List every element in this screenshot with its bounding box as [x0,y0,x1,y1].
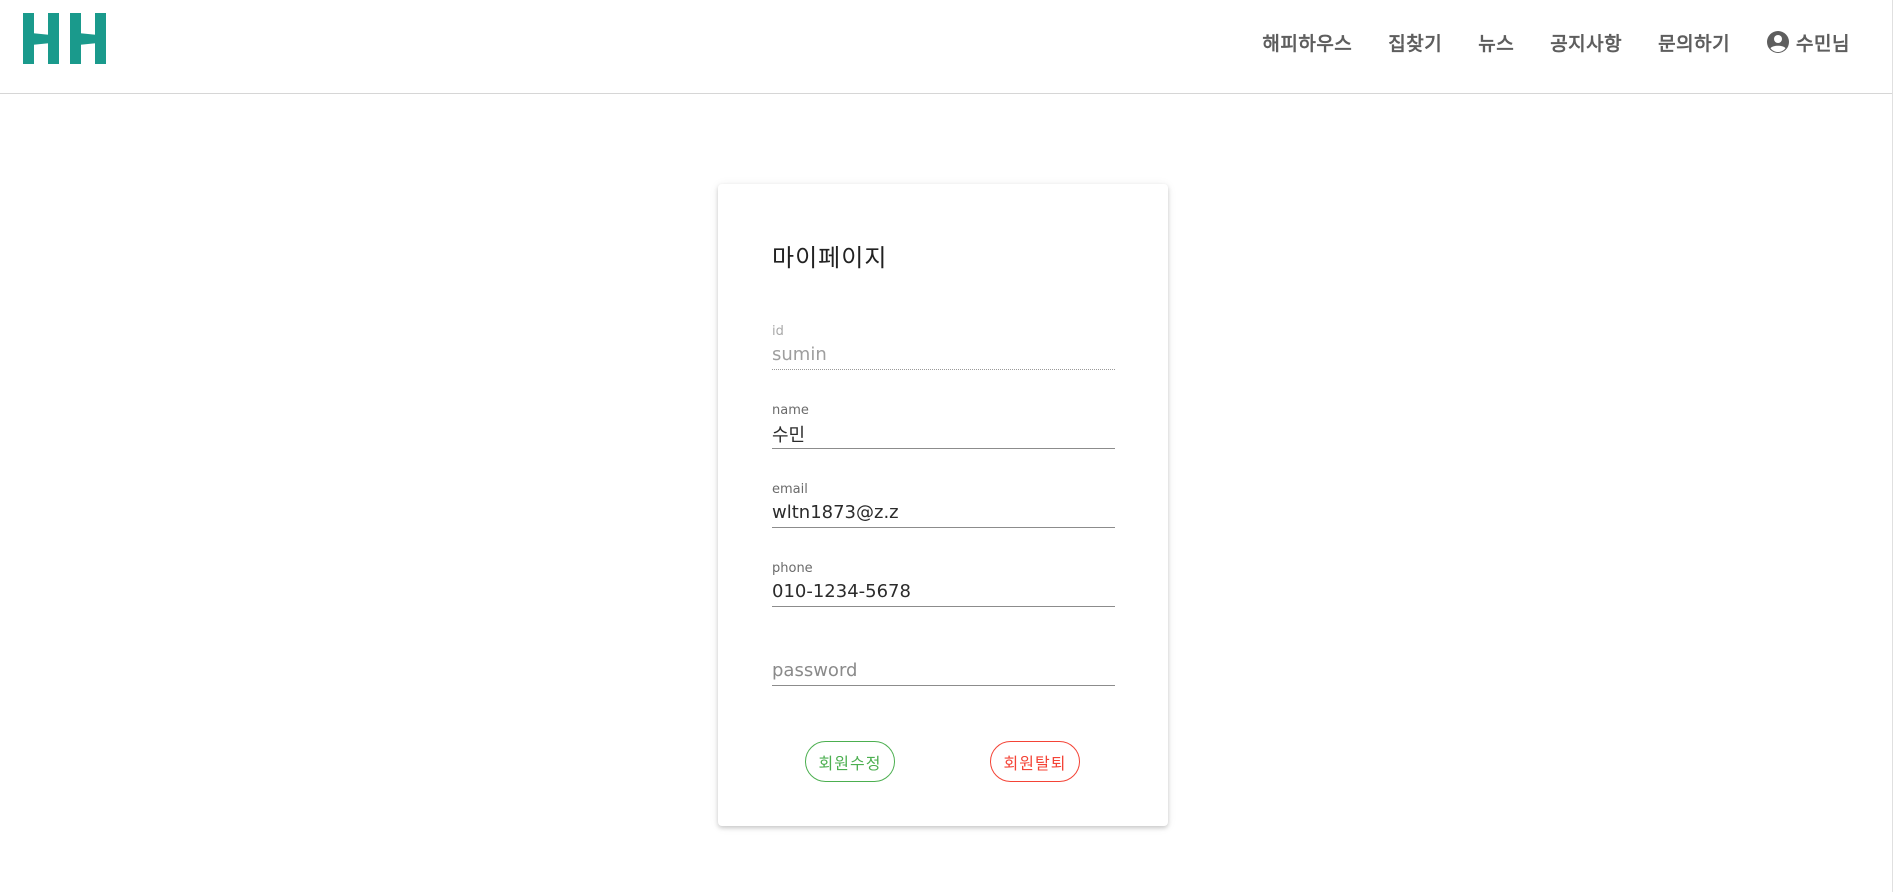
id-field-group: id [772,324,1115,370]
nav-item-find-house[interactable]: 집찾기 [1388,29,1442,56]
email-label: email [772,482,808,497]
nav-item-news[interactable]: 뉴스 [1478,29,1514,56]
password-field-group [772,640,1115,686]
email-field[interactable] [772,498,1115,528]
password-field[interactable] [772,656,1115,686]
name-label: name [772,403,809,418]
logo[interactable]: HH [23,13,106,64]
name-field[interactable] [772,419,1115,449]
phone-field-group: phone [772,561,1115,607]
phone-label: phone [772,561,813,576]
mypage-card: 마이페이지 id name email phone 회원수정 회원탈퇴 [718,184,1168,826]
name-field-group: name [772,403,1115,449]
nav-item-happyhouse[interactable]: 해피하우스 [1262,29,1352,56]
id-field [772,340,1115,370]
main-nav: 해피하우스 집찾기 뉴스 공지사항 문의하기 수민님 [1262,26,1850,58]
app-header: HH 해피하우스 집찾기 뉴스 공지사항 문의하기 수민님 [0,0,1892,94]
nav-item-user[interactable]: 수민님 [1766,29,1850,56]
email-field-group: email [772,482,1115,528]
phone-field[interactable] [772,577,1115,607]
update-member-button[interactable]: 회원수정 [805,741,895,782]
account-circle-icon [1767,31,1790,53]
nav-item-notice[interactable]: 공지사항 [1550,29,1622,56]
withdraw-member-button[interactable]: 회원탈퇴 [990,741,1080,782]
nav-item-inquiry[interactable]: 문의하기 [1658,29,1730,56]
page-title: 마이페이지 [772,244,888,272]
user-name-label: 수민님 [1796,32,1850,55]
id-label: id [772,324,784,339]
